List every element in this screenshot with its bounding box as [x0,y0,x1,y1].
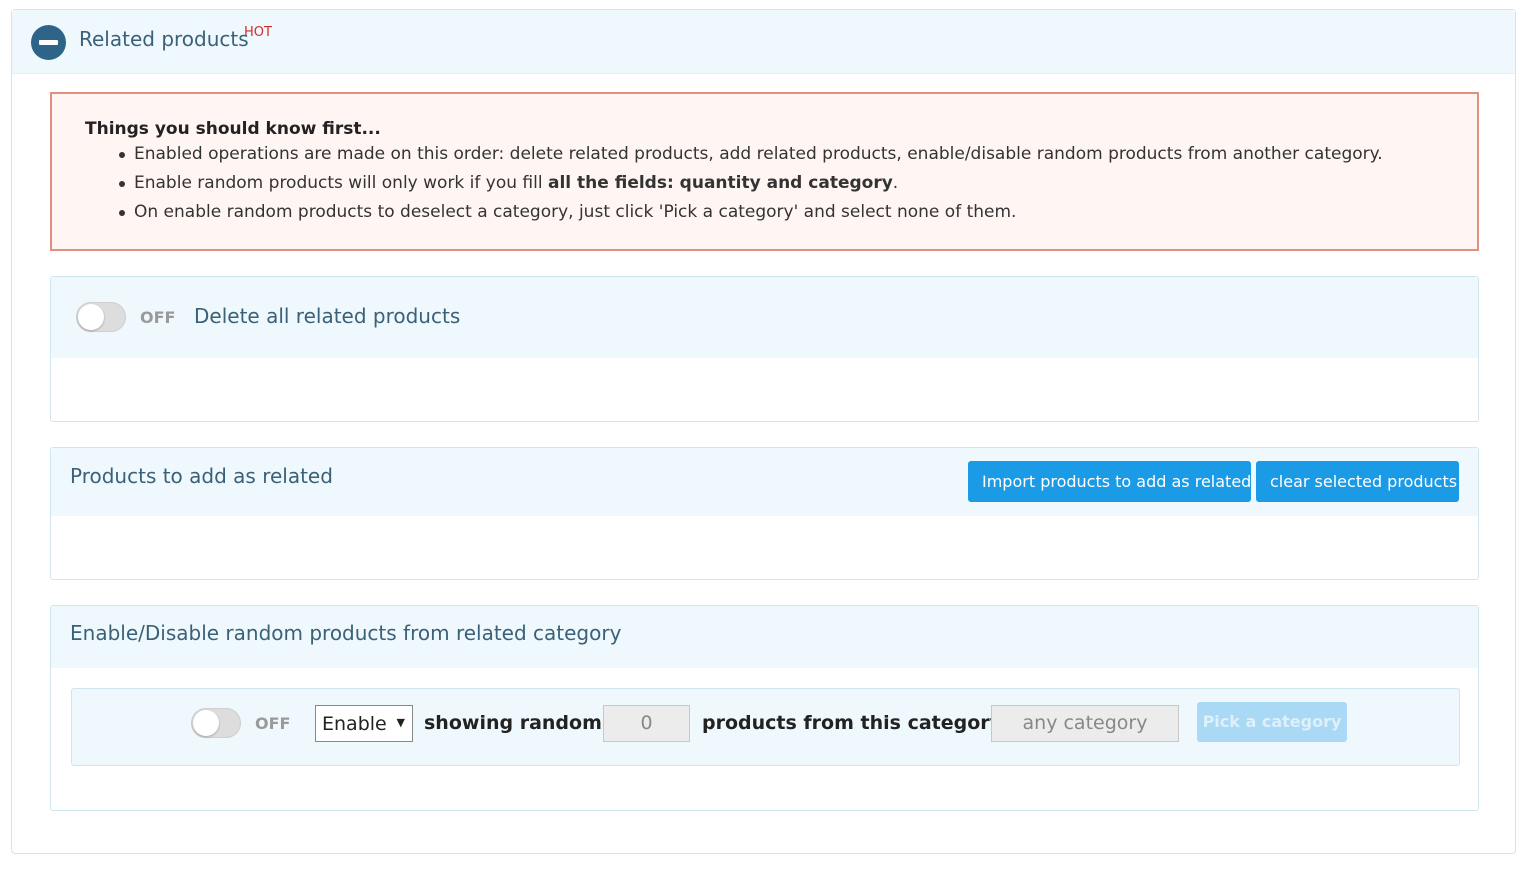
import-products-button[interactable]: Import products to add as related [968,461,1251,502]
delete-toggle[interactable] [76,302,126,332]
category-label: products from this category [702,712,1003,734]
hot-badge: HOT [244,25,272,40]
category-field[interactable]: any category [991,705,1179,742]
panel-title: Products to add as related [70,464,333,488]
random-products-panel: Enable/Disable random products from rela… [50,605,1479,811]
toggle-state-label: OFF [255,714,291,733]
mode-select-value: Enable [322,713,387,735]
pick-category-button[interactable]: Pick a category [1197,702,1347,742]
panel-header: Enable/Disable random products from rela… [51,606,1478,668]
delete-related-panel: OFF Delete all related products [50,276,1479,422]
notice-title: Things you should know first... [85,119,381,139]
showing-random-label: showing random [424,712,602,734]
notice-item-bold: all the fields: quantity and category [548,173,893,193]
notice-list: Enabled operations are made on this orde… [85,140,1383,227]
add-related-panel: Products to add as related Import produc… [50,447,1479,580]
delete-label: Delete all related products [194,304,461,328]
random-toggle[interactable] [191,708,241,738]
toggle-state-label: OFF [140,308,176,327]
section-header: Related products HOT [12,10,1515,74]
notice-item: On enable random products to deselect a … [119,198,1383,227]
panel-title: Enable/Disable random products from rela… [70,621,622,645]
dropdown-caret-icon: ▼ [396,716,405,729]
notice-item: Enabled operations are made on this orde… [119,140,1383,169]
panel-header: OFF Delete all related products [51,277,1478,358]
clear-selected-button[interactable]: clear selected products [1256,461,1459,502]
panel-header: Products to add as related Import produc… [51,448,1478,516]
mode-select[interactable]: Enable ▼ [315,705,413,742]
quantity-input[interactable]: 0 [603,705,690,742]
random-settings-row: OFF Enable ▼ showing random 0 products f… [71,688,1460,766]
notice-item: Enable random products will only work if… [119,169,1383,198]
notice-item-text: Enable random products will only work if… [134,173,548,193]
notice-item-text: . [892,173,899,193]
info-notice: Things you should know first... Enabled … [50,92,1479,251]
section-title: Related products [79,27,249,51]
collapse-icon[interactable] [31,25,66,60]
